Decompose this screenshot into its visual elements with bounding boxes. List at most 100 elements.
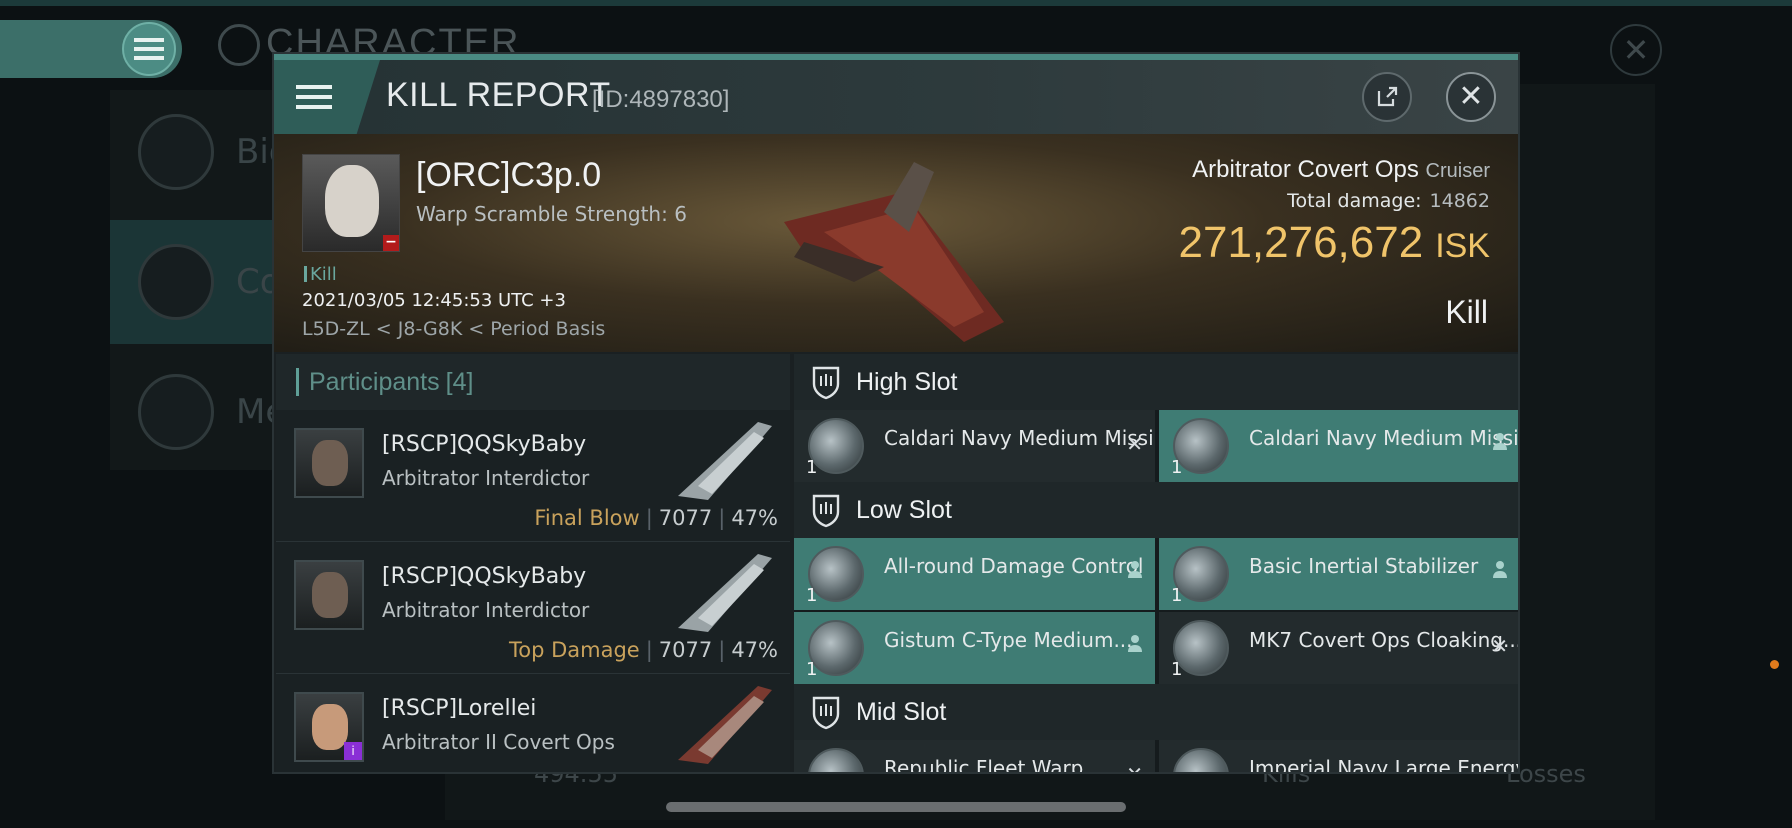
module-quantity: 1 xyxy=(1171,457,1183,478)
star-icon xyxy=(138,374,214,450)
module-item[interactable]: Imperial Navy Large Energy ... xyxy=(1159,740,1518,774)
low-slot-row: 1 Gistum C-Type Medium... 1 MK7 Covert O… xyxy=(794,612,1520,684)
victim-portrait[interactable]: − xyxy=(302,154,400,252)
participant-name: [RSCP]QQSkyBaby xyxy=(382,564,587,589)
dropped-person-icon xyxy=(1128,561,1142,578)
module-item[interactable]: 1 Caldari Navy Medium Missil... xyxy=(1159,410,1520,482)
participant-avatar xyxy=(294,560,364,630)
kill-type-tag: Kill xyxy=(304,264,337,285)
window-menu-button[interactable] xyxy=(274,60,380,134)
window-title: KILL REPORT xyxy=(386,76,611,114)
participant-damage: 7077 xyxy=(658,506,713,530)
share-button[interactable] xyxy=(1362,72,1412,122)
mid-slot-row: Republic Fleet Warp... ✕ Imperial Navy L… xyxy=(794,740,1518,774)
main-menu-button[interactable] xyxy=(0,20,182,78)
module-item[interactable]: 1 Caldari Navy Medium Missil... ✕ xyxy=(794,410,1155,482)
swords-icon xyxy=(138,244,214,320)
dropped-person-icon xyxy=(1128,635,1142,652)
kill-type-label: Kill xyxy=(310,264,337,285)
module-quantity: 1 xyxy=(806,457,818,478)
portrait-image xyxy=(325,165,379,237)
ship-name-label: Arbitrator Covert Ops xyxy=(1192,156,1419,183)
participant-avatar xyxy=(294,428,364,498)
menu-icon xyxy=(122,22,176,76)
total-damage-value: 14862 xyxy=(1429,190,1490,212)
module-name: Republic Fleet Warp... xyxy=(884,756,1103,774)
kill-report-window: KILL REPORT [ID:4897830] ✕ − [ORC]C3p.0 … xyxy=(272,52,1520,774)
slot-label: Low Slot xyxy=(856,495,952,524)
victim-ship-image xyxy=(784,162,1004,342)
victim-subtitle: Warp Scramble Strength: 6 xyxy=(416,202,687,226)
participant-ship: Arbitrator II Covert Ops xyxy=(382,730,615,754)
module-name: Gistum C-Type Medium... xyxy=(884,628,1133,652)
isk-unit: ISK xyxy=(1435,227,1490,265)
module-item[interactable]: Republic Fleet Warp... ✕ xyxy=(794,740,1155,774)
destroyed-icon: ✕ xyxy=(1126,432,1143,456)
close-button[interactable]: ✕ xyxy=(1446,72,1496,122)
participant-row[interactable]: [RSCP]QQSkyBaby Arbitrator Interdictor F… xyxy=(276,410,790,542)
isk-amount: 271,276,672 xyxy=(1178,218,1424,267)
participant-name: [RSCP]QQSkyBaby xyxy=(382,432,587,457)
participant-ship: Arbitrator Interdictor xyxy=(382,598,590,622)
participant-avatar: i xyxy=(294,692,364,762)
participant-ship-icon xyxy=(678,686,772,764)
participants-count: [4] xyxy=(445,367,474,396)
destroyed-icon: ✕ xyxy=(1126,762,1143,774)
hostile-status-icon: − xyxy=(383,235,399,251)
slot-shield-icon xyxy=(812,366,840,400)
module-name: MK7 Covert Ops Cloaking... xyxy=(1249,628,1520,652)
kill-id: [ID:4897830] xyxy=(592,86,730,113)
horizontal-scrollbar[interactable] xyxy=(666,802,1126,812)
total-damage: Total damage: 14862 xyxy=(1287,190,1490,212)
participant-ship: Arbitrator Interdictor xyxy=(382,466,590,490)
victim-banner: − [ORC]C3p.0 Warp Scramble Strength: 6 K… xyxy=(274,134,1518,352)
kill-result: Kill xyxy=(1445,294,1488,330)
kill-location[interactable]: L5D-ZL < J8-G8K < Period Basis xyxy=(302,318,605,340)
module-item[interactable]: 1 Gistum C-Type Medium... xyxy=(794,612,1155,684)
slot-shield-icon xyxy=(812,696,840,730)
participants-label: Participants xyxy=(309,367,440,396)
module-item[interactable]: 1 Basic Inertial Stabilizer xyxy=(1159,538,1518,610)
participants-header: Participants [4] xyxy=(276,354,790,410)
participant-ship-icon xyxy=(678,554,772,632)
external-link-icon xyxy=(1377,86,1398,107)
module-item[interactable]: 1 All-round Damage Control xyxy=(794,538,1155,610)
high-slot-row: 1 Caldari Navy Medium Missil... ✕ 1 Cald… xyxy=(794,410,1520,482)
victim-ship-name[interactable]: Arbitrator Covert Ops Cruiser xyxy=(1192,156,1490,184)
top-accent-line xyxy=(0,0,1792,6)
close-icon: ✕ xyxy=(1458,79,1484,114)
module-name: Caldari Navy Medium Missil... xyxy=(1249,426,1520,450)
slot-label: Mid Slot xyxy=(856,697,947,726)
mid-slot-header: Mid Slot xyxy=(794,684,1518,740)
participant-name: [RSCP]Lorellei xyxy=(382,696,537,721)
fitting-panel: High Slot 1 Caldari Navy Medium Missil..… xyxy=(794,354,1520,774)
dropped-person-icon xyxy=(1493,433,1507,450)
high-slot-header: High Slot xyxy=(794,354,1518,410)
module-name: All-round Damage Control xyxy=(884,554,1144,578)
module-name: Caldari Navy Medium Missil... xyxy=(884,426,1155,450)
module-name: Imperial Navy Large Energy ... xyxy=(1249,756,1518,774)
module-item[interactable]: 1 MK7 Covert Ops Cloaking... ✕ xyxy=(1159,612,1520,684)
isk-value: 271,276,672 ISK xyxy=(1179,218,1491,268)
faction-badge-icon: i xyxy=(344,742,362,760)
participant-row[interactable]: [RSCP]QQSkyBaby Arbitrator Interdictor T… xyxy=(276,542,790,674)
participant-ship-icon xyxy=(678,422,772,500)
total-damage-label: Total damage: xyxy=(1287,190,1422,212)
participant-tag: Top Damage xyxy=(508,638,640,662)
kill-datetime: 2021/03/05 12:45:53 UTC +3 xyxy=(302,290,566,311)
participant-percent: 47% xyxy=(731,638,778,662)
participant-stats: Top Damage | 7077 | 47% xyxy=(508,638,778,662)
destroyed-icon: ✕ xyxy=(1491,634,1508,658)
participant-row[interactable]: i [RSCP]Lorellei Arbitrator II Covert Op… xyxy=(276,674,790,772)
victim-name[interactable]: [ORC]C3p.0 xyxy=(416,156,601,195)
participant-damage: 7077 xyxy=(658,638,713,662)
ship-class-label: Cruiser xyxy=(1425,160,1490,182)
character-icon xyxy=(218,24,260,66)
participants-panel: Participants [4] [RSCP]QQSkyBaby Arbitra… xyxy=(276,354,790,772)
module-quantity: 1 xyxy=(1171,585,1183,606)
participant-tag: Final Blow xyxy=(534,506,640,530)
list-icon xyxy=(138,114,214,190)
low-slot-row: 1 All-round Damage Control 1 Basic Inert… xyxy=(794,538,1518,610)
close-icon[interactable]: ✕ xyxy=(1610,24,1662,76)
window-header: KILL REPORT [ID:4897830] ✕ xyxy=(274,60,1518,134)
